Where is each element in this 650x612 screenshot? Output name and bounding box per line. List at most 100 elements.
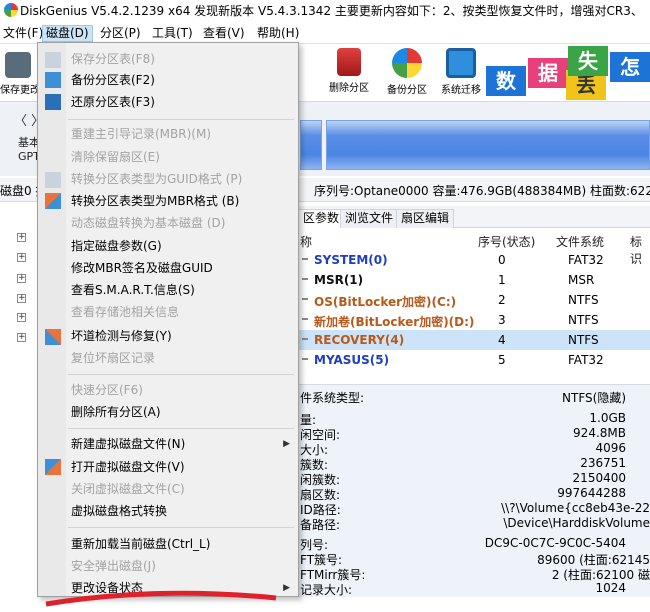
menu-separator: [68, 527, 294, 528]
partition-row[interactable]: OS(BitLocker加密)(C:) 2 NTFS: [298, 290, 650, 310]
convert-mbr-icon: [45, 193, 61, 209]
delete-partition-button[interactable]: 删除分区: [322, 48, 376, 94]
menu-item-dynamic-to-basic[interactable]: 动态磁盘转换为基本磁盘 (D): [71, 214, 225, 232]
menu-item-new-virtual-disk[interactable]: 新建虚拟磁盘文件(N): [71, 435, 185, 453]
menu-tools[interactable]: 工具(T): [149, 25, 196, 42]
delete-partition-icon: [337, 48, 361, 76]
disk-tree: + + + + + +: [0, 203, 42, 597]
menu-separator: [68, 119, 294, 120]
partition-seq: 5: [498, 353, 506, 367]
menu-item-reload-disk[interactable]: 重新加载当前磁盘(Ctrl_L): [71, 535, 210, 553]
col-header-name[interactable]: 称: [300, 233, 312, 250]
tree-expand-icon[interactable]: +: [17, 294, 26, 303]
partition-row[interactable]: SYSTEM(0) 0 FAT32: [298, 250, 650, 270]
tree-expand-icon[interactable]: +: [17, 313, 26, 322]
menu-item-virtual-disk-convert[interactable]: 虚拟磁盘格式转换: [71, 502, 167, 520]
partition-seq: 2: [498, 293, 506, 307]
partition-name: SYSTEM(0): [302, 253, 388, 267]
window-title: DiskGenius V5.4.2.1239 x64 发现新版本 V5.4.3.…: [20, 4, 643, 18]
partition-name: MYASUS(5): [301, 353, 390, 367]
menu-item-clear-reserved-sectors[interactable]: 清除保留扇区(E): [71, 148, 160, 166]
system-migration-label: 系统迁移: [441, 85, 481, 96]
menu-help[interactable]: 帮助(H): [254, 25, 302, 42]
menu-partition[interactable]: 分区(P): [97, 25, 144, 42]
partition-seq: 1: [498, 273, 506, 287]
partition-fs: FAT32: [568, 353, 604, 367]
col-header-seq[interactable]: 序号(状态): [478, 233, 535, 250]
tab-bar: 区参数 浏览文件 扇区编辑: [298, 206, 650, 228]
menu-disk[interactable]: 磁盘(D): [42, 25, 93, 42]
banner-char: 据: [528, 58, 568, 88]
menu-item-backup-partition-table[interactable]: 备份分区表(F2): [71, 71, 155, 89]
banner-char: 怎: [610, 52, 650, 82]
partition-name: RECOVERY(4): [301, 333, 405, 347]
menu-item-safe-eject[interactable]: 安全弹出磁盘(J): [71, 557, 156, 575]
detail-value: DC9C-0C7C-9C0C-5404: [484, 536, 626, 550]
red-stroke: [45, 590, 277, 607]
menu-item-convert-to-mbr[interactable]: 转换分区表类型为MBR格式 (B): [71, 192, 239, 210]
tab-browse-files[interactable]: 浏览文件: [340, 209, 399, 228]
save-partition-table-icon: [45, 52, 61, 68]
partition-segment[interactable]: [326, 120, 650, 170]
tree-expand-icon[interactable]: +: [17, 333, 26, 342]
detail-value: 2150400: [572, 471, 626, 485]
detail-value: \Device\HarddiskVolume: [503, 516, 650, 530]
menu-bar: 文件(F) 磁盘(D) 分区(P) 工具(T) 查看(V) 帮助(H): [0, 22, 650, 44]
disk-menu-dropdown: 保存分区表(F8) 备份分区表(F2) 还原分区表(F3) 重建主引导记录(MB…: [37, 42, 299, 597]
partition-row[interactable]: MYASUS(5) 5 FAT32: [298, 350, 650, 370]
submenu-arrow-icon: ▶: [283, 439, 290, 449]
backup-partition-button[interactable]: 备份分区: [380, 48, 434, 96]
menu-view[interactable]: 查看(V): [200, 25, 248, 42]
backup-partition-label: 备份分区: [387, 85, 427, 96]
menu-file[interactable]: 文件(F): [0, 25, 46, 42]
menu-item-smart-info[interactable]: 查看S.M.A.R.T.信息(S): [71, 281, 195, 299]
partition-row[interactable]: MSR(1) 1 MSR: [298, 270, 650, 290]
menu-item-quick-partition[interactable]: 快速分区(F6): [71, 381, 143, 399]
partition-name: OS(BitLocker加密)(C:): [301, 295, 457, 309]
disk-info-right: 序列号:Optane0000 容量:476.9GB(488384MB) 柱面数:…: [314, 184, 650, 198]
partition-segment[interactable]: [300, 120, 322, 170]
delete-partition-label: 删除分区: [329, 83, 369, 94]
tree-expand-icon[interactable]: +: [17, 253, 26, 262]
menu-item-storage-pool-info[interactable]: 查看存储池相关信息: [71, 303, 179, 321]
partition-row-selected[interactable]: RECOVERY(4) 4 NTFS: [298, 330, 650, 350]
open-virtual-disk-icon: [45, 459, 61, 475]
detail-value: \\?\Volume{cc8eb43e-22: [501, 501, 650, 515]
menu-item-restore-partition-table[interactable]: 还原分区表(F3): [71, 93, 155, 111]
tab-partition-params[interactable]: 区参数: [298, 209, 345, 228]
detail-label: 记录大小:: [300, 583, 353, 597]
partition-seq: 3: [498, 313, 506, 327]
menu-item-modify-mbr-signature[interactable]: 修改MBR签名及磁盘GUID: [71, 259, 213, 277]
menu-item-save-partition-table[interactable]: 保存分区表(F8): [71, 50, 155, 68]
red-underline-mark: [45, 590, 277, 607]
menu-item-bad-sector-check[interactable]: 坏道检测与修复(Y): [71, 327, 172, 345]
menu-separator: [68, 428, 294, 429]
partition-details: 件系统类型: NTFS(隐藏) 量: 1.0GB 闲空间: 924.8MB 大小…: [298, 384, 650, 597]
system-migration-button[interactable]: 系统迁移: [436, 48, 486, 96]
save-icon: [5, 52, 31, 78]
menu-item-reset-bad-sectors[interactable]: 复位坏扇区记录: [71, 349, 155, 367]
partition-fs: FAT32: [568, 253, 604, 267]
partition-row[interactable]: 新加卷(BitLocker加密)(D:) 3 NTFS: [298, 310, 650, 330]
tree-expand-icon[interactable]: +: [17, 233, 26, 242]
tree-expand-icon[interactable]: +: [17, 274, 26, 283]
partition-seq: 4: [498, 333, 506, 347]
detail-value: 236751: [580, 456, 626, 470]
menu-item-delete-all-partitions[interactable]: 删除所有分区(A): [71, 403, 161, 421]
menu-item-open-virtual-disk[interactable]: 打开虚拟磁盘文件(V): [71, 458, 185, 476]
partition-seq: 0: [498, 253, 506, 267]
detail-value: 1024: [595, 581, 626, 595]
save-changes-button[interactable]: 保存更改: [0, 48, 40, 96]
col-header-fs[interactable]: 文件系统: [556, 233, 604, 250]
promo-banner[interactable]: 数 据 丢 失 怎: [486, 44, 650, 101]
menu-item-rebuild-mbr[interactable]: 重建主引导记录(MBR)(M): [71, 125, 211, 143]
tab-sector-edit[interactable]: 扇区编辑: [396, 209, 455, 228]
partition-table: 称 序号(状态) 文件系统 标识 SYSTEM(0) 0 FAT32 MSR(1…: [298, 230, 650, 370]
backup-partition-table-icon: [45, 72, 61, 88]
title-bar: DiskGenius V5.4.2.1239 x64 发现新版本 V5.4.3.…: [0, 0, 650, 20]
detail-value: 4096: [595, 441, 626, 455]
partition-fs: NTFS: [568, 333, 599, 347]
menu-item-convert-to-gpt[interactable]: 转换分区表类型为GUID格式 (P): [71, 170, 242, 188]
menu-item-disk-parameters[interactable]: 指定磁盘参数(G): [71, 237, 162, 255]
menu-item-close-virtual-disk[interactable]: 关闭虚拟磁盘文件(C): [71, 480, 185, 498]
